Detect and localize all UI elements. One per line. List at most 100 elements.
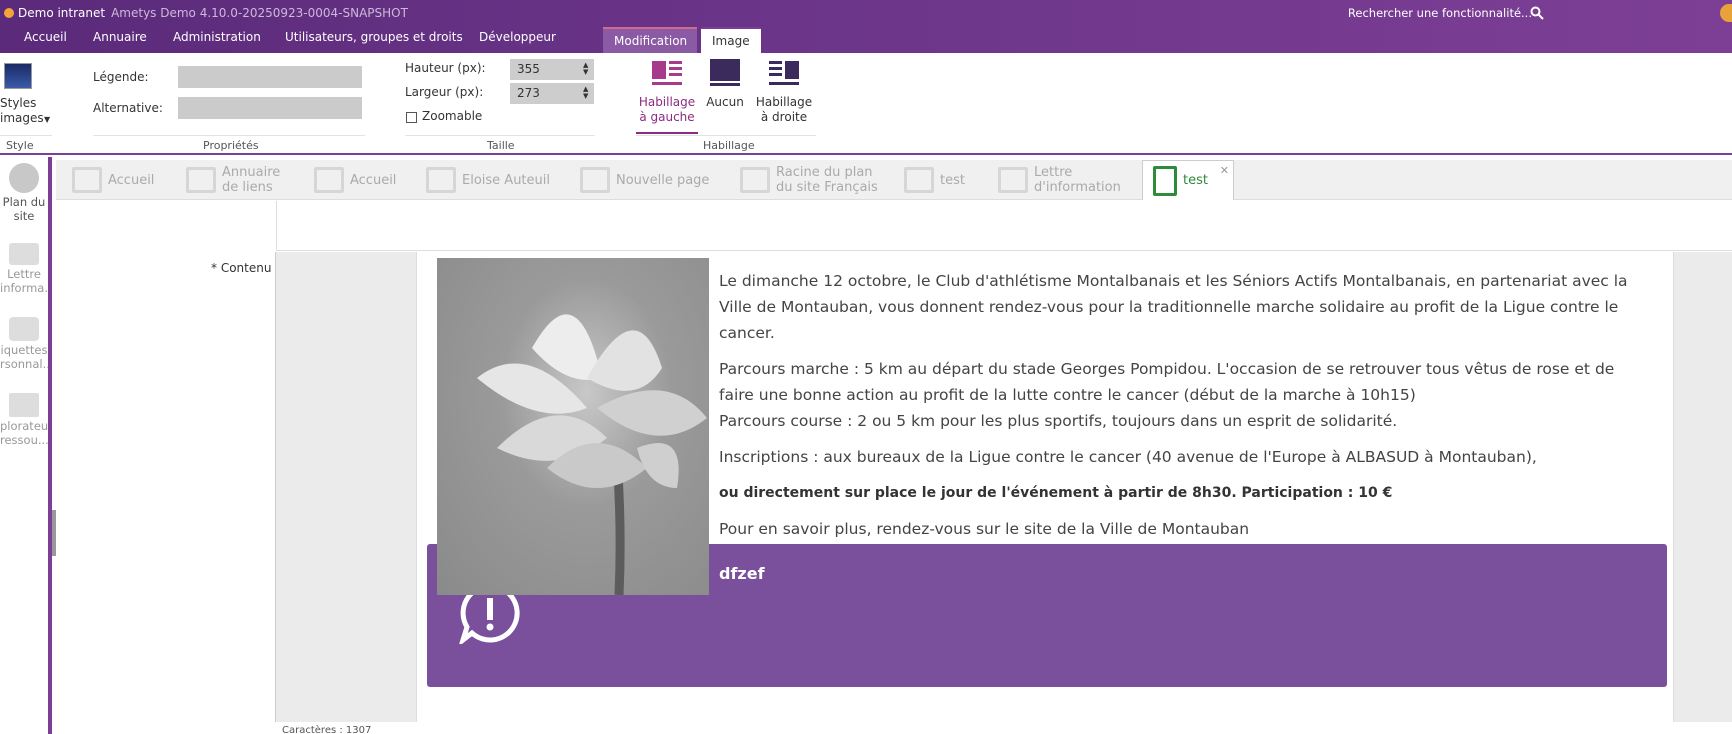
page-tab-test[interactable]: test	[904, 160, 965, 200]
paragraph: Inscriptions : aux bureaux de la Ligue c…	[719, 448, 1537, 466]
sidebar-item-label: plorateur ressou...	[0, 419, 52, 447]
ribbon: Styles images▼ Style Légende: Alternativ…	[0, 53, 1732, 155]
article-text[interactable]: Le dimanche 12 octobre, le Club d'athlét…	[719, 268, 1639, 552]
page-tab-sitemap-root[interactable]: Racine du plan du site Français	[740, 160, 890, 200]
tag-icon	[9, 317, 39, 341]
image-styles-icon[interactable]	[4, 63, 32, 89]
content-form: * Contenu dfzef Le dimanche 12 octobre, …	[56, 201, 1732, 734]
page-tab-nouvelle-page[interactable]: Nouvelle page	[580, 160, 709, 200]
page-icon	[580, 167, 610, 193]
zoomable-checkbox[interactable]	[406, 112, 417, 123]
legend-label: Légende:	[93, 70, 149, 84]
page-tab-link-directory[interactable]: Annuaire de liens	[186, 160, 316, 200]
alt-label: Alternative:	[93, 101, 163, 115]
app-version: Ametys Demo 4.10.0-20250923-0004-SNAPSHO…	[111, 6, 408, 20]
wrap-none-icon	[710, 59, 740, 86]
page-tab-label: Nouvelle page	[616, 172, 710, 188]
page-tab-eloise-auteuil[interactable]: Eloise Auteuil	[426, 160, 550, 200]
wrap-right-button[interactable]: Habillage à droite	[754, 59, 814, 125]
sidebar-item-label: iquettes rsonnal...	[0, 343, 52, 371]
image-styles-label: Styles images	[0, 96, 44, 125]
page-tab-accueil[interactable]: Accueil	[72, 160, 154, 200]
lotus-image[interactable]	[437, 258, 709, 595]
tab-accueil[interactable]: Accueil	[24, 30, 67, 44]
wrap-right-label: Habillage à droite	[755, 95, 813, 124]
properties-group-label: Propriétés	[203, 139, 259, 152]
document-icon	[1153, 165, 1177, 196]
page-tab-test-active[interactable]: test ✕	[1142, 160, 1234, 200]
wrap-left-button[interactable]: Habillage à gauche	[636, 59, 698, 134]
main-tabs: Accueil Annuaire Administration Utilisat…	[0, 27, 1732, 53]
globe-icon	[9, 163, 39, 193]
feature-search-input[interactable]: Rechercher une fonctionnalité...	[1348, 6, 1532, 20]
zoomable-label: Zoomable	[422, 109, 483, 123]
page-tab-label: Annuaire de liens	[222, 165, 281, 195]
page-tabs: Accueil Annuaire de liens Accueil Eloise…	[56, 160, 1732, 200]
page-tab-newsletter[interactable]: Lettre d'information	[998, 160, 1138, 200]
legend-field[interactable]	[178, 66, 362, 88]
home-icon	[72, 167, 102, 193]
page-tab-accueil-2[interactable]: Accueil	[314, 160, 396, 200]
style-group-label: Style	[6, 139, 34, 152]
page-tab-label: Accueil	[108, 172, 155, 188]
width-value: 273	[517, 86, 540, 100]
paragraph: Pour en savoir plus, rendez-vous sur le …	[719, 520, 1250, 538]
search-icon[interactable]	[1530, 6, 1544, 20]
tab-users-groups-rights[interactable]: Utilisateurs, groupes et droits	[285, 30, 463, 44]
tab-annuaire[interactable]: Annuaire	[93, 30, 147, 44]
paragraph: Le dimanche 12 octobre, le Club d'athlét…	[719, 272, 1628, 342]
editor-document[interactable]: dfzef Le dimanche 12 octobre, le Club d'…	[416, 252, 1674, 722]
wrap-none-button[interactable]: Aucun	[704, 59, 746, 110]
app-name: Demo intranet	[18, 6, 106, 20]
sidebar-item-explorer[interactable]: plorateur ressou...	[0, 393, 48, 447]
editor-toolbar	[276, 201, 1732, 251]
alt-field[interactable]	[178, 97, 362, 119]
app-logo-icon	[4, 8, 14, 18]
sidebar-item-label: Plan du site	[2, 195, 46, 223]
chevron-down-icon: ▼	[44, 115, 51, 124]
char-count: Caractères : 1307	[282, 725, 372, 734]
folder-icon	[9, 393, 39, 417]
height-spinner-icon[interactable]: ▲ ▼	[583, 62, 590, 76]
tab-image[interactable]: Image	[701, 27, 761, 53]
height-label: Hauteur (px):	[405, 61, 486, 75]
image-styles-button[interactable]: Styles images▼	[0, 96, 50, 127]
top-bar: Demo intranet Ametys Demo 4.10.0-2025092…	[0, 0, 1732, 53]
paragraph: Parcours marche : 5 km au départ du stad…	[719, 360, 1615, 404]
page-tab-label: test	[1183, 173, 1208, 188]
tab-modification[interactable]: Modification	[603, 27, 697, 53]
page-icon	[426, 167, 456, 193]
width-label: Largeur (px):	[405, 85, 484, 99]
wrap-left-icon	[652, 61, 682, 85]
paragraph: Parcours course : 2 ou 5 km pour les plu…	[719, 412, 1398, 430]
content-field-label: * Contenu	[211, 261, 272, 275]
sidebar-item-tags[interactable]: iquettes rsonnal...	[0, 317, 48, 371]
wrap-none-label: Aucun	[706, 95, 744, 109]
sidebar-item-sitemap[interactable]: Plan du site	[0, 163, 48, 223]
left-sidebar: Plan du site Lettre informa... iquettes …	[0, 157, 52, 734]
height-field[interactable]: 355 ▲ ▼	[510, 59, 594, 80]
wrap-group-label: Habillage	[703, 139, 755, 152]
wrap-left-label: Habillage à gauche	[638, 95, 696, 124]
lotus-flower-illustration	[477, 314, 707, 595]
page-tab-label: Lettre d'information	[1034, 165, 1121, 195]
page-tab-label: Accueil	[350, 172, 397, 188]
sidebar-item-newsletter[interactable]: Lettre informa...	[0, 243, 48, 295]
width-field[interactable]: 273 ▲ ▼	[510, 83, 594, 104]
wrap-right-icon	[769, 61, 799, 85]
envelope-icon	[9, 243, 39, 265]
tab-developpeur[interactable]: Développeur	[479, 30, 556, 44]
envelope-icon	[998, 167, 1028, 193]
paragraph-bold: ou directement sur place le jour de l'év…	[719, 485, 1393, 501]
page-tab-label: Eloise Auteuil	[462, 172, 550, 188]
user-avatar[interactable]	[1720, 4, 1732, 22]
height-value: 355	[517, 62, 540, 76]
page-tab-label: test	[940, 172, 965, 188]
tab-administration[interactable]: Administration	[173, 30, 261, 44]
close-icon[interactable]: ✕	[1220, 163, 1229, 178]
size-group-label: Taille	[487, 139, 515, 152]
sidebar-item-label: Lettre informa...	[0, 267, 52, 295]
width-spinner-icon[interactable]: ▲ ▼	[583, 86, 590, 100]
page-icon	[904, 167, 934, 193]
rich-text-editor[interactable]: dfzef Le dimanche 12 octobre, le Club d'…	[275, 252, 1732, 722]
